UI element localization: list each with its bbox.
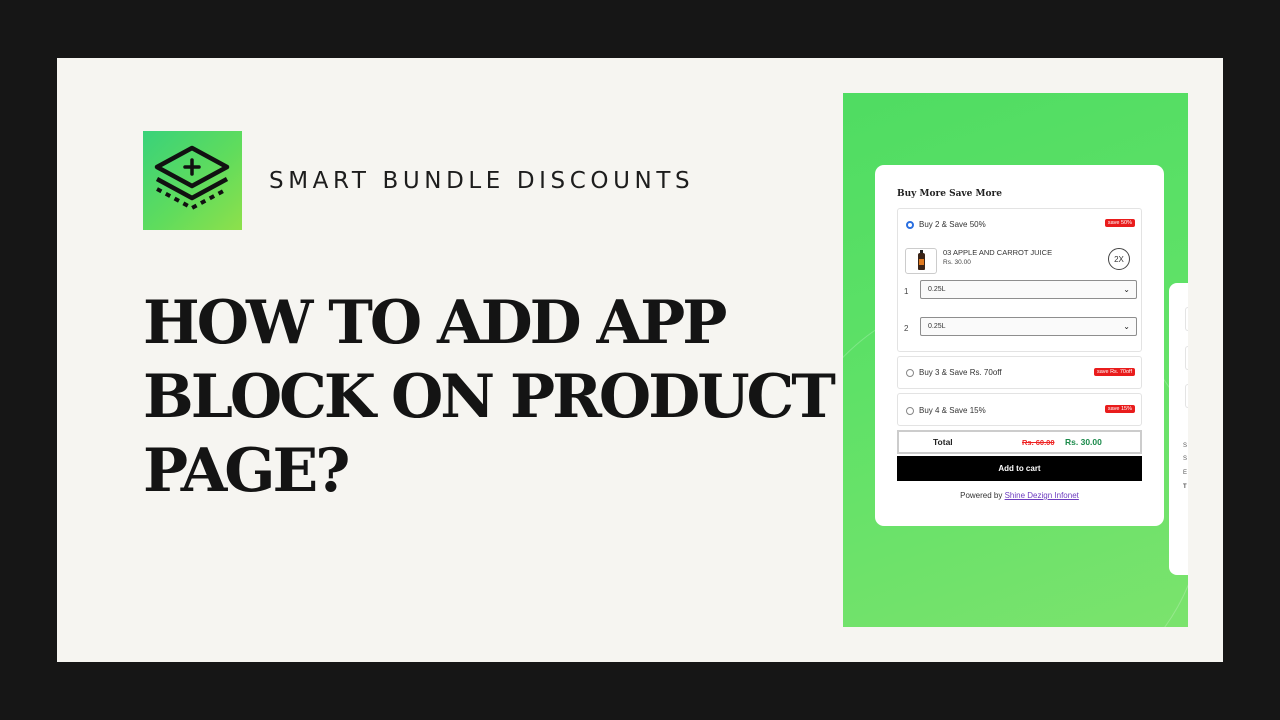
discount-badge: save 15% bbox=[1104, 405, 1135, 413]
bundle-option[interactable]: Buy 2 & Save 50% save 50% 03 APPLE AND C… bbox=[897, 208, 1142, 352]
page-headline: HOW TO ADD APP BLOCK ON PRODUCT PAGE? bbox=[143, 286, 843, 508]
product-preview-panel: S S E T Buy More Save More Buy 2 & Save … bbox=[843, 93, 1188, 627]
option-header[interactable]: Buy 4 & Save 15% bbox=[906, 406, 986, 415]
headline-line: BLOCK ON PRODUCT bbox=[143, 362, 836, 432]
radio-button-selected[interactable] bbox=[906, 220, 914, 229]
side-field bbox=[1185, 307, 1188, 331]
option-label: Buy 3 & Save Rs. 70off bbox=[919, 368, 1002, 377]
product-name: 03 APPLE AND CARROT JUICE bbox=[943, 248, 1053, 257]
option-label: Buy 4 & Save 15% bbox=[919, 406, 986, 415]
option-header[interactable]: Buy 2 & Save 50% bbox=[906, 220, 986, 229]
radio-button[interactable] bbox=[906, 368, 914, 377]
powered-by-text: Powered by bbox=[960, 491, 1003, 500]
side-panel: S S E T bbox=[1169, 283, 1188, 575]
side-text: E bbox=[1183, 470, 1188, 476]
option-label: Buy 2 & Save 50% bbox=[919, 220, 986, 229]
variant-index: 2 bbox=[904, 324, 909, 333]
quantity-badge: 2X bbox=[1108, 248, 1130, 270]
side-field bbox=[1185, 346, 1188, 370]
radio-button[interactable] bbox=[906, 406, 914, 415]
product-thumbnail bbox=[905, 248, 937, 274]
variant-value: 0.25L bbox=[928, 323, 946, 330]
discount-badge: save 50% bbox=[1104, 219, 1135, 227]
brand-name: SMART BUNDLE DISCOUNTS bbox=[269, 168, 695, 194]
chevron-down-icon: ⌄ bbox=[1123, 322, 1130, 331]
app-logo bbox=[143, 131, 242, 230]
side-text: T bbox=[1183, 484, 1187, 490]
side-text: S bbox=[1183, 443, 1188, 449]
powered-by-link[interactable]: Shine Dezign Infonet bbox=[1005, 491, 1079, 500]
variant-value: 0.25L bbox=[928, 286, 946, 293]
powered-by: Powered by Shine Dezign Infonet bbox=[875, 491, 1164, 500]
add-to-cart-button[interactable]: Add to cart bbox=[897, 456, 1142, 481]
bundle-widget-card: Buy More Save More Buy 2 & Save 50% save… bbox=[875, 165, 1164, 526]
stacked-layers-plus-icon bbox=[154, 145, 230, 210]
product-price: Rs. 30.00 bbox=[943, 259, 971, 266]
original-price: Rs. 60.00 bbox=[1022, 438, 1055, 447]
bundle-option[interactable]: Buy 4 & Save 15% save 15% bbox=[897, 393, 1142, 426]
juice-bottle-icon bbox=[918, 250, 925, 270]
side-field bbox=[1185, 384, 1188, 408]
headline-line: PAGE? bbox=[143, 436, 350, 506]
variant-select[interactable]: 0.25L ⌄ bbox=[920, 317, 1137, 336]
total-row: Total Rs. 60.00 Rs. 30.00 bbox=[897, 430, 1142, 454]
discounted-price: Rs. 30.00 bbox=[1065, 437, 1102, 447]
bundle-option[interactable]: Buy 3 & Save Rs. 70off save Rs. 70off bbox=[897, 356, 1142, 389]
option-header[interactable]: Buy 3 & Save Rs. 70off bbox=[906, 368, 1002, 377]
total-label: Total bbox=[933, 437, 953, 447]
discount-badge: save Rs. 70off bbox=[1093, 368, 1135, 376]
variant-index: 1 bbox=[904, 287, 909, 296]
headline-line: HOW TO ADD APP bbox=[143, 288, 727, 358]
widget-title: Buy More Save More bbox=[897, 189, 1002, 199]
chevron-down-icon: ⌄ bbox=[1123, 285, 1130, 294]
side-text: S bbox=[1183, 456, 1188, 462]
variant-select[interactable]: 0.25L ⌄ bbox=[920, 280, 1137, 299]
